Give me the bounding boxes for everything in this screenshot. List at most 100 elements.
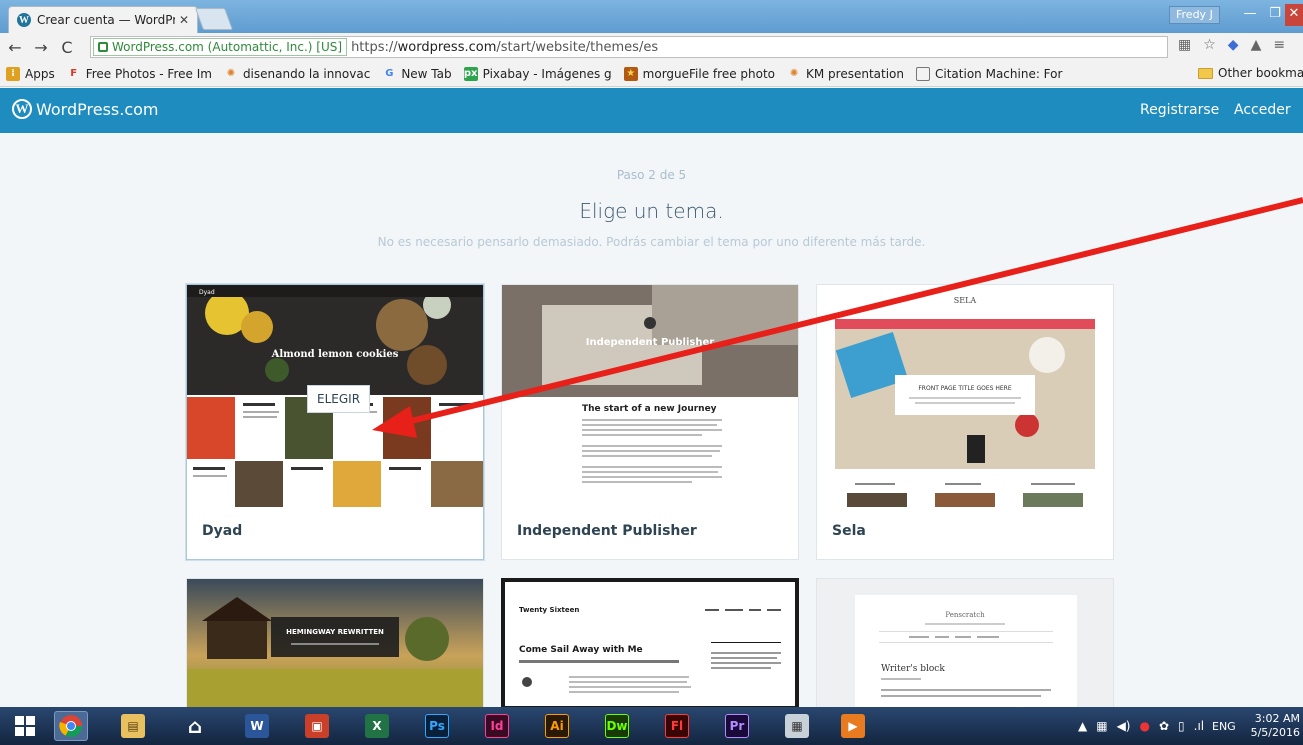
google-icon: G <box>385 68 394 79</box>
taskbar-clock[interactable]: 3:02 AM 5/5/2016 <box>1248 712 1300 740</box>
tab-title: Crear cuenta — WordPres <box>37 13 175 27</box>
bookmark-label: Citation Machine: For <box>935 66 1063 81</box>
register-link[interactable]: Registrarse <box>1140 102 1219 118</box>
wordpress-favicon-icon: W <box>17 13 31 27</box>
extension-diamond-icon[interactable]: ◆ <box>1228 37 1239 53</box>
bookmark-item[interactable]: ✺ disenando la innovac <box>224 66 371 81</box>
theme-card-independent-publisher[interactable]: Independent Publisher The start of a new… <box>501 284 799 560</box>
login-link[interactable]: Acceder <box>1234 102 1291 118</box>
bookmark-item[interactable]: G New Tab <box>382 67 451 81</box>
bookmark-item[interactable]: F Free Photos - Free Im <box>67 67 212 81</box>
penscratch-preview-title: Penscratch <box>945 611 985 619</box>
file-explorer-icon[interactable]: ▤ <box>116 711 150 741</box>
bookmark-label: New Tab <box>401 66 452 81</box>
toolbar-extensions: ▦ ☆ ◆ ▲ ≡ <box>1178 37 1285 53</box>
close-window-icon[interactable]: ✕ <box>1285 4 1303 26</box>
back-icon[interactable]: ← <box>4 38 26 57</box>
new-tab-button[interactable] <box>194 8 234 30</box>
page-title: Elige un tema. <box>579 199 724 223</box>
theme-card-penscratch[interactable]: Penscratch Writer's block <box>816 578 1114 708</box>
extension-drive-icon[interactable]: ▲ <box>1251 37 1262 53</box>
tray-app-icon[interactable]: ● <box>1140 719 1150 733</box>
tray-expand-icon[interactable]: ▲ <box>1078 719 1087 733</box>
indesign-icon[interactable]: Id <box>480 711 514 741</box>
bookmark-item[interactable]: ★ morgueFile free photo <box>623 66 776 81</box>
f-icon: F <box>70 68 78 79</box>
bookmark-label: morgueFile free photo <box>642 66 776 81</box>
language-indicator[interactable]: ENG <box>1212 720 1236 733</box>
excel-icon[interactable]: X <box>360 711 394 741</box>
bookmarks-bar: ⁞ Apps F Free Photos - Free Im ✺ disenando … <box>0 61 1303 87</box>
hemingway-preview-title: HEMINGWAY REWRITTEN <box>286 628 384 636</box>
premiere-icon[interactable]: Pr <box>720 711 754 741</box>
bookmark-item[interactable]: ✺ KM presentation <box>787 67 904 81</box>
url-host: wordpress.com <box>397 39 497 55</box>
windows-start-icon[interactable] <box>8 711 42 741</box>
browser-tab[interactable]: W Crear cuenta — WordPres ✕ <box>8 6 198 33</box>
tray-network-icon[interactable]: ▦ <box>1096 719 1107 733</box>
pdf-icon[interactable]: ▣ <box>300 711 334 741</box>
word-icon[interactable]: W <box>240 711 274 741</box>
dyad-preview-title: Almond lemon cookies <box>271 349 399 360</box>
photoshop-icon[interactable]: Ps <box>420 711 454 741</box>
menu-icon[interactable]: ≡ <box>1273 37 1285 53</box>
wordpress-logo-icon: W <box>12 99 32 119</box>
wp-logo[interactable]: W WordPress.com <box>12 99 159 119</box>
tray-shield-icon[interactable]: ✿ <box>1159 719 1169 733</box>
theme-preview-penscratch[interactable]: Penscratch Writer's block <box>817 579 1113 707</box>
theme-card-hemingway-rewritten[interactable]: HEMINGWAY REWRITTEN <box>186 578 484 708</box>
theme-preview-independent-publisher[interactable]: Independent Publisher The start of a new… <box>502 285 798 507</box>
theme-preview-twenty-sixteen[interactable]: Twenty Sixteen Come Sail Away with Me <box>505 582 795 706</box>
theme-card-twenty-sixteen[interactable]: Twenty Sixteen Come Sail Away with Me <box>501 578 799 708</box>
secure-badge[interactable]: WordPress.com (Automattic, Inc.) [US] <box>93 38 348 56</box>
star-icon: ★ <box>623 66 638 81</box>
sun-icon: ✺ <box>789 68 799 79</box>
clock-date: 5/5/2016 <box>1250 726 1300 739</box>
wp-masterbar: W WordPress.com Registrarse Acceder <box>0 88 1303 133</box>
reload-icon[interactable]: C <box>56 38 78 57</box>
clock-time: 3:02 AM <box>1254 712 1300 725</box>
media-player-icon[interactable]: ▶ <box>836 711 870 741</box>
flash-icon[interactable]: Fl <box>660 711 694 741</box>
sun-icon: ✺ <box>226 68 236 79</box>
secure-label: WordPress.com (Automattic, Inc.) [US] <box>112 40 343 54</box>
calculator-icon[interactable]: ▦ <box>780 711 814 741</box>
tab-close-icon[interactable]: ✕ <box>179 13 189 27</box>
sela-preview-box: FRONT PAGE TITLE GOES HERE <box>918 385 1011 392</box>
lock-icon <box>98 42 108 52</box>
bookmark-label: KM presentation <box>806 66 905 81</box>
illustrator-icon[interactable]: Ai <box>540 711 574 741</box>
choose-theme-button[interactable]: ELEGIR <box>307 385 371 413</box>
bookmark-item[interactable]: ⁞ Apps <box>6 66 55 81</box>
bookmark-item[interactable]: px Pixabay - Imágenes g <box>463 66 612 81</box>
forward-icon[interactable]: → <box>30 38 52 57</box>
signal-icon[interactable]: .ıl <box>1194 719 1204 733</box>
volume-icon[interactable]: ◀) <box>1117 719 1131 733</box>
other-bookmarks[interactable]: Other bookmark <box>1198 66 1303 80</box>
power-icon[interactable]: ▯ <box>1178 719 1185 733</box>
twentysixteen-preview-post: Come Sail Away with Me <box>519 645 643 655</box>
url-text[interactable]: https://wordpress.com/start/website/them… <box>351 40 658 55</box>
windows-taskbar: ▤ ⌂ W ▣ X Ps Id Ai Dw Fl Pr ▦ ▶ ▲ ▦ ◀) ●… <box>0 707 1303 745</box>
home-icon[interactable]: ⌂ <box>178 711 212 741</box>
bookmark-label: disenando la innovac <box>242 66 371 81</box>
theme-card-sela[interactable]: SELA FRONT PAGE TITLE GOES HERE Sela <box>816 284 1114 560</box>
page-icon <box>916 66 931 81</box>
bookmark-item[interactable]: Citation Machine: For <box>916 66 1063 81</box>
bookmark-label: Free Photos - Free Im <box>85 66 212 81</box>
bookmark-star-icon[interactable]: ☆ <box>1203 37 1216 53</box>
user-profile-badge[interactable]: Fredy J <box>1169 6 1220 24</box>
chrome-taskbar-icon[interactable] <box>54 711 88 741</box>
theme-name: Sela <box>832 523 866 539</box>
folder-icon <box>1198 67 1213 79</box>
minimize-icon[interactable]: — <box>1237 4 1263 26</box>
theme-name: Dyad <box>202 523 243 539</box>
theme-preview-sela[interactable]: SELA FRONT PAGE TITLE GOES HERE <box>817 285 1113 507</box>
dreamweaver-icon[interactable]: Dw <box>600 711 634 741</box>
address-bar[interactable]: WordPress.com (Automattic, Inc.) [US] ht… <box>90 36 1168 58</box>
theme-card-dyad[interactable]: Dyad Almond lemon cookies Dyad <box>186 284 484 560</box>
theme-preview-hemingway[interactable]: HEMINGWAY REWRITTEN <box>187 579 483 707</box>
px-icon: px <box>463 66 478 81</box>
translate-icon[interactable]: ▦ <box>1178 37 1191 53</box>
theme-name: Independent Publisher <box>517 523 697 539</box>
